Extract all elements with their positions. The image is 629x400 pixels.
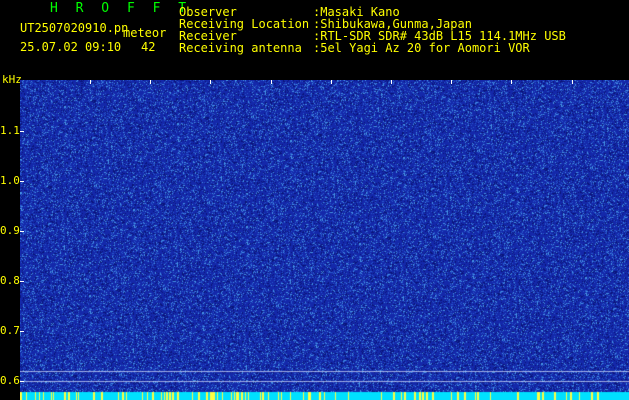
y-tick-mark	[20, 181, 24, 182]
y-tick-mark	[20, 331, 24, 332]
header-panel: H R O F F T UT2507020910.pn meteor 25.07…	[0, 0, 629, 80]
y-tick-mark	[20, 281, 24, 282]
y-tick-mark	[20, 131, 24, 132]
y-tick-label: 0.9	[0, 224, 20, 237]
y-tick-label: 1.0	[0, 174, 20, 187]
antenna-label: Receiving antenna	[179, 41, 302, 55]
meteor-label: meteor	[123, 26, 167, 40]
x-tick-mark	[90, 80, 91, 84]
x-tick-mark	[391, 80, 392, 84]
x-tick-mark	[210, 80, 212, 84]
x-tick-mark	[451, 80, 453, 84]
x-tick-mark	[571, 80, 573, 84]
y-tick-label: 0.6	[0, 374, 20, 387]
y-tick-label: 1.1	[0, 124, 20, 137]
timestamp: 25.07.02 09:10	[20, 40, 122, 54]
antenna-value: :5el Yagi Az 20 for Aomori VOR	[313, 41, 530, 55]
spectrogram-noise	[20, 80, 629, 400]
x-tick-mark	[270, 80, 272, 84]
x-tick-mark	[150, 80, 152, 84]
y-tick-mark	[20, 231, 24, 232]
meteor-count: 42	[141, 40, 156, 54]
y-tick-mark	[20, 381, 24, 382]
app-brand: H R O F F T	[50, 1, 192, 16]
x-tick-mark	[330, 80, 332, 84]
x-tick-mark	[511, 80, 513, 84]
file-name: UT2507020910.pn	[20, 21, 129, 35]
y-axis-unit: kHz	[2, 73, 22, 86]
y-tick-label: 0.7	[0, 324, 20, 337]
y-tick-label: 0.8	[0, 274, 20, 287]
spectrogram-display[interactable]	[20, 80, 629, 400]
